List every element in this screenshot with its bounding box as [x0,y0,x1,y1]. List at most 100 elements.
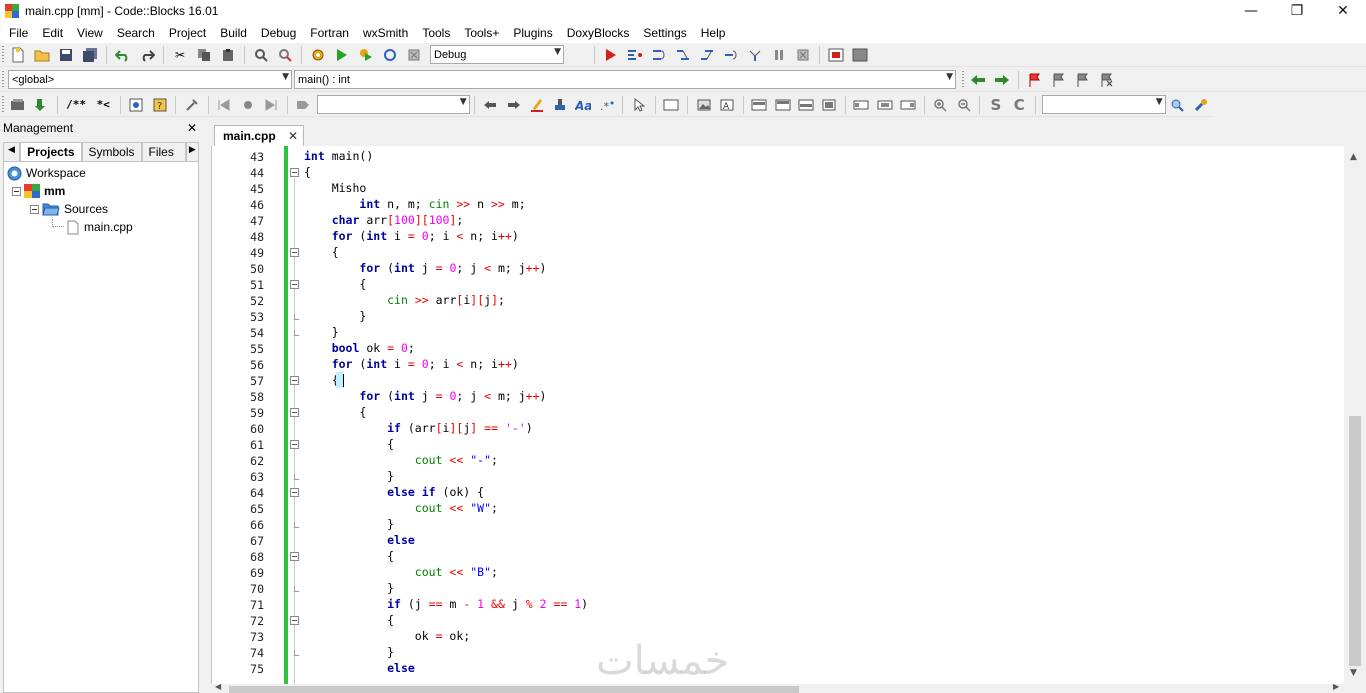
cut-icon[interactable]: ✂ [170,45,190,65]
save-icon[interactable] [56,45,76,65]
code-line[interactable]: { [304,276,366,292]
fold-toggle-icon[interactable] [290,616,299,625]
code-line[interactable]: { [304,548,394,564]
horizontal-scrollbar[interactable]: ◀ ▶ [211,682,1344,693]
build-target-select[interactable]: Debug ▼ [430,45,564,64]
toolbar-grip[interactable] [2,70,4,89]
function-select[interactable]: main() : int ▼ [294,70,956,89]
fold-toggle-icon[interactable] [290,488,299,497]
code-line[interactable]: for (int j = 0; j < m; j++) [304,260,546,276]
wx-frame-icon[interactable] [662,95,681,115]
tree-item-main-cpp[interactable]: main.cpp [52,218,133,236]
code-line[interactable]: int n, m; cin >> n >> m; [304,196,525,212]
clear-bookmarks-icon[interactable] [1097,70,1117,90]
jump-forward-icon[interactable] [992,70,1012,90]
wx-border-right-icon[interactable] [898,95,917,115]
code-line[interactable]: { [304,164,311,180]
highlight-icon[interactable] [527,95,546,115]
code-line[interactable]: } [304,516,394,532]
doxywizard-icon[interactable] [8,95,27,115]
menu-wxsmith[interactable]: wxSmith [356,26,415,40]
find-icon[interactable] [251,45,271,65]
tab-symbols[interactable]: Symbols [81,142,142,161]
vertical-scroll-thumb[interactable] [1349,416,1361,666]
extract-docs-icon[interactable] [31,95,50,115]
code-line[interactable]: for (int j = 0; j < m; j++) [304,388,546,404]
menu-view[interactable]: View [70,26,110,40]
code-line[interactable]: if (arr[i][j] == '-') [304,420,533,436]
pause-icon[interactable] [769,45,789,65]
zoom-in-icon[interactable] [931,95,950,115]
last-icon[interactable] [261,95,280,115]
tab-scroll-right-icon[interactable]: ▶ [185,142,199,161]
copy-icon[interactable] [194,45,214,65]
tab-projects[interactable]: Projects [20,142,82,161]
code-line[interactable]: } [304,308,366,324]
code-line[interactable]: { [304,372,339,388]
code-line[interactable]: cin >> arr[i][j]; [304,292,505,308]
step-out-icon[interactable] [697,45,717,65]
wx-border-center-icon[interactable] [875,95,894,115]
next-line-icon[interactable] [649,45,669,65]
code-editor[interactable]: 43 int main() 44 {45 Misho 46 int n, m; cin … [211,146,1344,684]
build-run-icon[interactable] [356,45,376,65]
wx-sizer-fill-icon[interactable] [820,95,839,115]
jump-back-icon[interactable] [968,70,988,90]
stamp-icon[interactable] [551,95,570,115]
paste-icon[interactable] [218,45,238,65]
minimize-button[interactable]: — [1228,0,1274,22]
fold-toggle-icon[interactable] [290,440,299,449]
toolbar-grip[interactable] [2,45,4,64]
panel-splitter[interactable] [203,119,211,693]
step-into-icon[interactable] [673,45,693,65]
step-into-instruction-icon[interactable] [745,45,765,65]
scroll-down-icon[interactable]: ▼ [1350,668,1357,678]
next-instruction-icon[interactable] [721,45,741,65]
menu-search[interactable]: Search [110,26,162,40]
code-line[interactable]: { [304,244,339,260]
menu-doxyblocks[interactable]: DoxyBlocks [560,26,637,40]
wx-settings-wrench-icon[interactable] [1191,95,1210,115]
menu-project[interactable]: Project [162,26,213,40]
toggle-bookmark-icon[interactable] [1025,70,1045,90]
save-all-icon[interactable] [80,45,100,65]
code-line[interactable]: } [304,644,394,660]
toolbar-grip[interactable] [2,95,4,114]
wx-sizer-top-icon[interactable] [750,95,769,115]
code-line[interactable]: cout << "-"; [304,452,498,468]
wx-sizer-mid-icon[interactable] [773,95,792,115]
code-line[interactable]: ok = ok; [304,628,470,644]
replace-icon[interactable] [275,45,295,65]
close-button[interactable]: ✕ [1320,0,1366,22]
code-line[interactable]: char arr[100][100]; [304,212,464,228]
menu-fortran[interactable]: Fortran [303,26,356,40]
wx-static-text-icon[interactable]: A [717,95,736,115]
collapse-icon[interactable] [30,204,39,214]
code-line[interactable]: cout << "W"; [304,500,498,516]
search-select[interactable]: ▼ [316,95,470,114]
horizontal-scroll-thumb[interactable] [229,686,799,693]
vertical-scrollbar[interactable]: ▲ ▼ [1344,146,1366,684]
tab-scroll-left-icon[interactable]: ◀ [3,142,21,161]
line-comment-button[interactable]: *< [93,95,114,115]
code-line[interactable]: Misho [304,180,367,196]
fold-toggle-icon[interactable] [290,376,299,385]
code-line[interactable]: int main() [304,148,373,164]
debug-run-icon[interactable] [601,45,621,65]
code-line[interactable]: for (int i = 0; i < n; i++) [304,356,519,372]
build-gear-icon[interactable] [308,45,328,65]
first-icon[interactable] [215,95,234,115]
code-line[interactable]: else [304,660,415,676]
code-line[interactable]: { [304,436,394,452]
collapse-icon[interactable] [12,186,21,196]
scope-select[interactable]: <global> ▼ [8,70,292,89]
arrow-right-icon[interactable] [504,95,523,115]
open-folder-icon[interactable] [32,45,52,65]
menu-build[interactable]: Build [213,26,254,40]
wx-select[interactable]: ▼ [1041,95,1166,114]
wx-bitmap-icon[interactable] [694,95,713,115]
redo-icon[interactable] [137,45,157,65]
scroll-up-icon[interactable]: ▲ [1350,152,1357,162]
menu-help[interactable]: Help [694,26,733,40]
menu-debug[interactable]: Debug [254,26,303,40]
